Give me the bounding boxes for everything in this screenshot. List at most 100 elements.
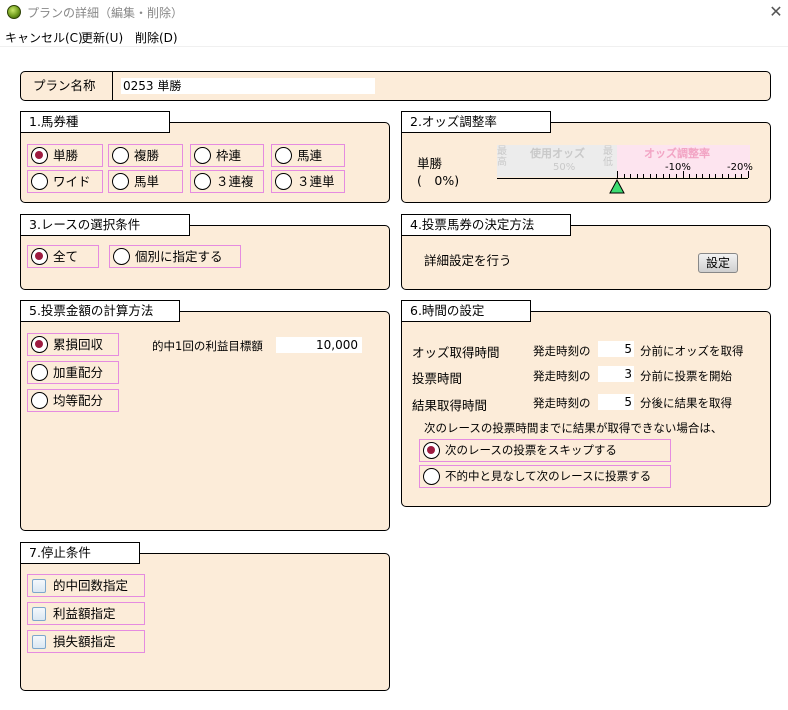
menu-cancel[interactable]: キャンセル(C) [5,29,83,46]
result-fetch-minutes-input[interactable]: 5 [598,394,634,410]
radio-selected-icon [31,336,48,353]
bet-type-umaren[interactable]: 馬連 [271,144,345,167]
checkbox-icon [32,607,46,621]
time-note: 次のレースの投票時間までに結果が取得できない場合は、 [424,421,723,435]
decision-title: 4.投票馬券の決定方法 [401,214,571,236]
bet-type-sanrentan[interactable]: ３連単 [271,170,345,193]
close-icon[interactable]: ✕ [764,0,788,24]
bet-type-fukusho[interactable]: 複勝 [108,144,183,167]
treat-as-miss-option[interactable]: 不的中と見なして次のレースに投票する [419,465,671,488]
checkbox-icon [32,579,46,593]
odds-scale-tick [689,174,691,178]
app-icon [7,5,21,19]
odds-scale-tick [734,174,736,178]
odds-fetch-prefix: 発走時刻の [533,344,591,358]
odds-scale-tick [748,171,749,178]
amount-loss-recovery[interactable]: 累損回収 [27,333,119,356]
radio-selected-icon [31,248,48,265]
target-profit-input[interactable]: 10,000 [276,337,362,353]
result-fetch-suffix: 分後に結果を取得 [640,396,732,410]
amount-title: 5.投票金額の計算方法 [20,300,180,322]
radio-icon [31,173,48,190]
radio-icon [194,147,211,164]
vote-time-label: 投票時間 [412,371,463,386]
odds-scale-tick [649,174,651,178]
odds-fetch-minutes-input[interactable]: 5 [598,341,634,357]
menu-bar: キャンセル(C) 更新(U) 削除(D) [0,27,788,47]
odds-scale-tick [708,174,710,178]
stop-loss-option[interactable]: 損失額指定 [27,630,145,653]
odds-scale-tick [656,174,658,178]
odds-scale-tick [695,174,697,178]
radio-icon [113,248,130,265]
target-profit-label: 的中1回の利益目標額 [152,339,263,353]
bet-type-wide[interactable]: ワイド [27,170,103,193]
vote-time-suffix: 分前に投票を開始 [640,369,732,383]
radio-selected-icon [423,442,440,459]
decision-settings-button[interactable]: 設定 [698,253,738,273]
radio-icon [275,147,292,164]
plan-name-label: プラン名称 [21,72,113,100]
result-fetch-prefix: 発走時刻の [533,396,591,410]
odds-scale-50: 50% [553,162,576,173]
bet-type-umatan[interactable]: 馬単 [108,170,183,193]
amount-weighted[interactable]: 加重配分 [27,361,119,384]
odds-used-label: 使用オッズ [530,147,585,160]
radio-icon [194,173,211,190]
radio-icon [31,392,48,409]
result-fetch-label: 結果取得時間 [412,398,488,413]
odds-fetch-suffix: 分前にオッズを取得 [640,344,744,358]
stop-profit-option[interactable]: 利益額指定 [27,602,145,625]
odds-scale-tick [675,174,677,178]
odds-min-label: 最低 [603,146,613,168]
amount-equal[interactable]: 均等配分 [27,389,119,412]
checkbox-icon [32,635,46,649]
odds-scale-tick [721,174,723,178]
odds-adjust-label: オッズ調整率 [644,147,710,160]
odds-scale-tick [617,171,618,178]
menu-delete[interactable]: 削除(D) [135,29,178,46]
radio-icon [275,173,292,190]
odds-scale-tick [702,174,704,178]
odds-title: 2.オッズ調整率 [401,111,551,133]
race-condition-title: 3.レースの選択条件 [20,214,190,236]
stop-hit-count-option[interactable]: 的中回数指定 [27,574,145,597]
plan-name-input[interactable]: 0253 単勝 [121,78,375,94]
title-bar: プランの詳細（編集・削除） ✕ [0,0,788,24]
odds-scale-tick [636,174,638,178]
decision-text: 詳細設定を行う [424,253,512,268]
menu-update[interactable]: 更新(U) [81,29,123,46]
skip-next-race-option[interactable]: 次のレースの投票をスキップする [419,439,671,462]
radio-icon [423,468,440,485]
odds-max-label: 最高 [497,146,507,168]
radio-icon [112,173,129,190]
bet-type-wakuren[interactable]: 枠連 [190,144,264,167]
plan-name-panel: プラン名称 0253 単勝 [20,71,771,101]
odds-fetch-label: オッズ取得時間 [412,345,500,360]
odds-scale-tick [741,174,743,178]
odds-slider-thumb-icon[interactable] [609,179,625,194]
odds-value-label: ( 0%) [417,173,460,188]
vote-time-prefix: 発走時刻の [533,369,591,383]
odds-scale-tick [728,174,730,178]
radio-icon [31,364,48,381]
odds-scale-tick [662,174,664,178]
odds-scale-tick [669,174,671,178]
time-title: 6.時間の設定 [401,300,531,322]
vote-time-minutes-input[interactable]: 3 [598,366,634,382]
radio-icon [112,147,129,164]
odds-scale-tick [623,174,625,178]
bet-type-title: 1.馬券種 [20,111,170,133]
odds-scale-tick [682,171,684,178]
odds-scale-tick [715,174,717,178]
race-all[interactable]: 全て [27,245,99,268]
odds-scale-m10: -10% [665,162,691,173]
race-individual[interactable]: 個別に指定する [109,245,241,268]
odds-scale-tick [630,174,632,178]
stop-title: 7.停止条件 [20,542,140,564]
bet-type-tansho[interactable]: 単勝 [27,144,103,167]
bet-type-sanrenpuku[interactable]: ３連複 [190,170,264,193]
window-title: プランの詳細（編集・削除） [27,6,184,20]
odds-scale-tick [643,174,645,178]
radio-selected-icon [31,147,48,164]
